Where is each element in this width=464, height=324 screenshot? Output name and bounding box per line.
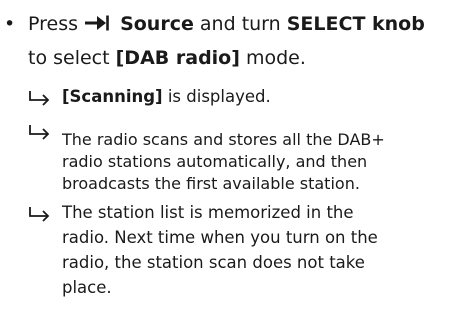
source-label: Source: [120, 13, 194, 35]
source-input-arrow-icon: [85, 15, 109, 31]
dab-radio-mode-label: [DAB radio]: [115, 47, 240, 69]
result-2-line-1: The radio scans and stores all the DAB+: [62, 130, 385, 149]
result-arrow-icon: [29, 125, 50, 140]
result-3-line-2: radio. Next time when you turn on the: [62, 228, 378, 247]
step-line-2: to select [DAB radio] mode.: [28, 42, 306, 74]
select-knob-label: SELECT knob: [286, 13, 425, 35]
bullet: •: [4, 13, 16, 35]
result-1-line: [Scanning] is displayed.: [62, 84, 271, 109]
result-3: The station list is memorized in the rad…: [62, 200, 378, 300]
result-3-line-1: The station list is memorized in the: [62, 203, 354, 222]
result-3-line-3: radio, the station scan does not take: [62, 253, 365, 272]
to-select-text: to select: [28, 47, 110, 69]
instruction-block: • Press Source and turn SELECT knob to se…: [0, 0, 464, 324]
step-line-1: • Press Source and turn SELECT knob: [4, 8, 425, 40]
result-3-line-4: place.: [62, 278, 112, 297]
scanning-label: [Scanning]: [62, 87, 163, 106]
result-arrow-icon: [29, 91, 50, 106]
mode-word: mode.: [245, 47, 306, 69]
result-1-rest: is displayed.: [162, 87, 271, 106]
and-turn-text: and turn: [199, 13, 281, 35]
result-2: The radio scans and stores all the DAB+ …: [62, 129, 385, 195]
result-2-line-2: radio stations automatically, and then: [62, 152, 368, 171]
press-word: Press: [28, 13, 79, 35]
result-arrow-icon: [29, 207, 50, 222]
result-1: [Scanning] is displayed.: [62, 84, 271, 109]
result-2-line-3: broadcasts the first available station.: [62, 174, 360, 193]
